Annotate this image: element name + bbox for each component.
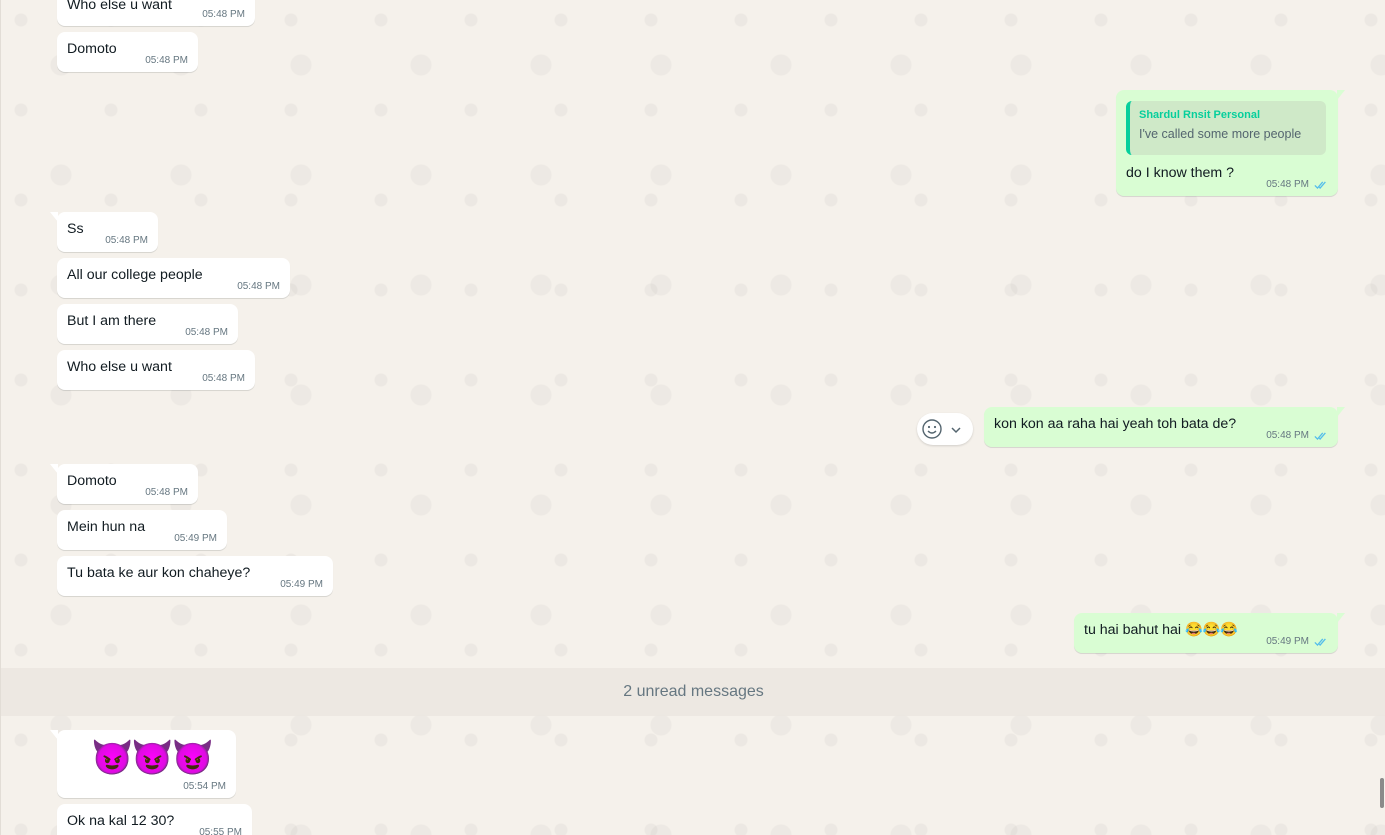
message-text: 😈😈😈 [91,739,214,777]
message-text: tu hai bahut hai 😂😂😂 [1084,622,1238,638]
message-time: 05:49 PM [174,533,217,544]
message-actions[interactable] [917,413,973,445]
message-incoming[interactable]: Domoto 05:48 PM [57,32,198,72]
unread-divider: 2 unread messages [1,668,1385,716]
message-text: Domoto [67,473,117,489]
message-outgoing[interactable]: tu hai bahut hai 😂😂😂 05:49 PM [1074,613,1345,653]
message-incoming[interactable]: But I am there 05:48 PM [57,304,238,344]
unread-label: 2 unread messages [623,683,764,700]
message-text: Domoto [67,41,117,57]
message-text: do I know them ? [1126,165,1235,181]
chevron-down-icon[interactable] [950,424,962,436]
message-time: 05:48 PM [145,55,188,66]
quoted-message[interactable]: Shardul Rnsit Personal I've called some … [1126,101,1326,155]
message-meta: 05:48 PM [1266,179,1328,190]
message-text: Who else u want [67,0,172,13]
message-time: 05:49 PM [1266,636,1309,647]
message-text: All our college people [67,267,203,283]
message-outgoing[interactable]: kon kon aa raha hai yeah toh bata de? 05… [984,407,1345,447]
message-time: 05:48 PM [202,373,245,384]
quoted-text: I've called some more people [1139,127,1302,141]
message-incoming-emoji[interactable]: 😈😈😈 05:54 PM [50,730,236,798]
chat-pane: Who else u want 05:48 PM Domoto 05:48 PM… [0,0,1385,835]
message-text: Who else u want [67,359,172,375]
message-meta: 05:48 PM [1266,430,1328,441]
scrollbar-thumb[interactable] [1380,778,1384,808]
smiley-icon[interactable] [921,418,943,440]
message-time: 05:48 PM [1266,179,1309,190]
message-incoming[interactable]: Ok na kal 12 30? 05:55 PM [57,804,252,835]
message-time: 05:55 PM [199,827,242,835]
message-outgoing-reply[interactable]: Shardul Rnsit Personal I've called some … [1116,90,1345,196]
message-incoming[interactable]: Who else u want 05:48 PM [57,350,255,390]
message-time: 05:48 PM [237,281,280,292]
message-time: 05:54 PM [183,781,226,792]
message-incoming[interactable]: All our college people 05:48 PM [57,258,290,298]
message-incoming[interactable]: Who else u want 05:48 PM [57,0,255,26]
message-text: But I am there [67,313,157,329]
message-time: 05:48 PM [185,327,228,338]
quoted-author: Shardul Rnsit Personal [1139,109,1261,121]
message-text: Tu bata ke aur kon chaheye? [67,565,251,581]
message-meta: 05:49 PM [1266,636,1328,647]
double-check-icon [1314,432,1326,440]
message-text: Ss [67,221,84,237]
message-text: Ok na kal 12 30? [67,813,175,829]
message-time: 05:49 PM [280,579,323,590]
message-incoming[interactable]: Mein hun na 05:49 PM [57,510,227,550]
message-incoming[interactable]: Domoto 05:48 PM [50,464,198,504]
message-time: 05:48 PM [1266,430,1309,441]
message-time: 05:48 PM [145,487,188,498]
message-text: kon kon aa raha hai yeah toh bata de? [994,416,1237,432]
message-time: 05:48 PM [105,235,148,246]
message-incoming[interactable]: Tu bata ke aur kon chaheye? 05:49 PM [57,556,333,596]
double-check-icon [1314,638,1326,646]
double-check-icon [1314,181,1326,189]
message-text: Mein hun na [67,519,146,535]
message-incoming[interactable]: Ss 05:48 PM [50,212,158,252]
message-time: 05:48 PM [202,9,245,20]
